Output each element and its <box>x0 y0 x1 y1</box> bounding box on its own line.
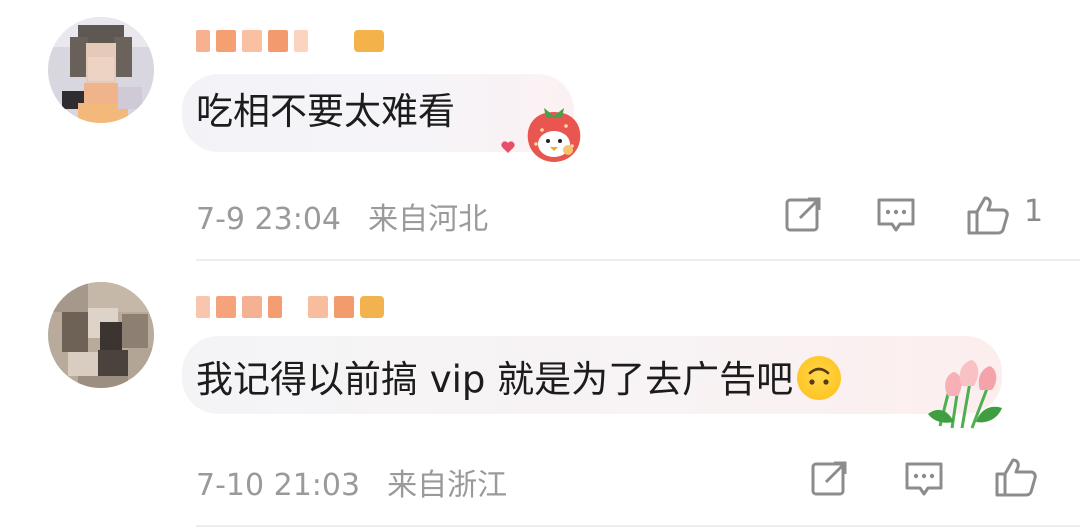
divider <box>196 525 1080 527</box>
username[interactable] <box>196 22 384 60</box>
comment-location: 来自浙江 <box>387 468 508 503</box>
like-count: 1 <box>1024 194 1044 229</box>
comment-item: 我记得以前搞 vip 就是为了去广告吧 7-10 21:03 来自浙江 <box>0 262 1080 528</box>
comment-reply-icon[interactable] <box>876 194 916 234</box>
comment-location: 来自河北 <box>368 202 489 237</box>
tulip-bouquet-sticker-icon <box>928 360 1002 429</box>
username[interactable] <box>196 288 384 326</box>
comment-meta: 7-9 23:04 来自河北 <box>196 194 488 238</box>
share-icon[interactable] <box>810 458 850 498</box>
avatar[interactable] <box>48 282 154 388</box>
comment-reply-icon[interactable] <box>904 458 944 498</box>
divider <box>196 259 1080 261</box>
fan-badge-icon <box>354 30 384 52</box>
share-icon[interactable] <box>784 194 824 234</box>
strawberry-bird-sticker-icon <box>527 108 581 162</box>
comment-item: 吃相不要太难看 7-9 23:04 来自河北 1 <box>0 0 1080 262</box>
like-icon[interactable] <box>966 194 1010 236</box>
avatar[interactable] <box>48 17 154 123</box>
comment-time: 7-9 23:04 <box>196 202 341 237</box>
comment-text[interactable]: 吃相不要太难看 <box>196 92 455 132</box>
upside-down-face-icon <box>797 356 842 400</box>
comment-meta: 7-10 21:03 来自浙江 <box>196 460 507 504</box>
like-icon[interactable] <box>994 456 1038 498</box>
comment-time: 7-10 21:03 <box>196 468 361 503</box>
fan-badge-icon <box>360 296 384 318</box>
comment-text[interactable]: 我记得以前搞 vip 就是为了去广告吧 <box>196 356 842 400</box>
heart-icon <box>501 141 515 153</box>
